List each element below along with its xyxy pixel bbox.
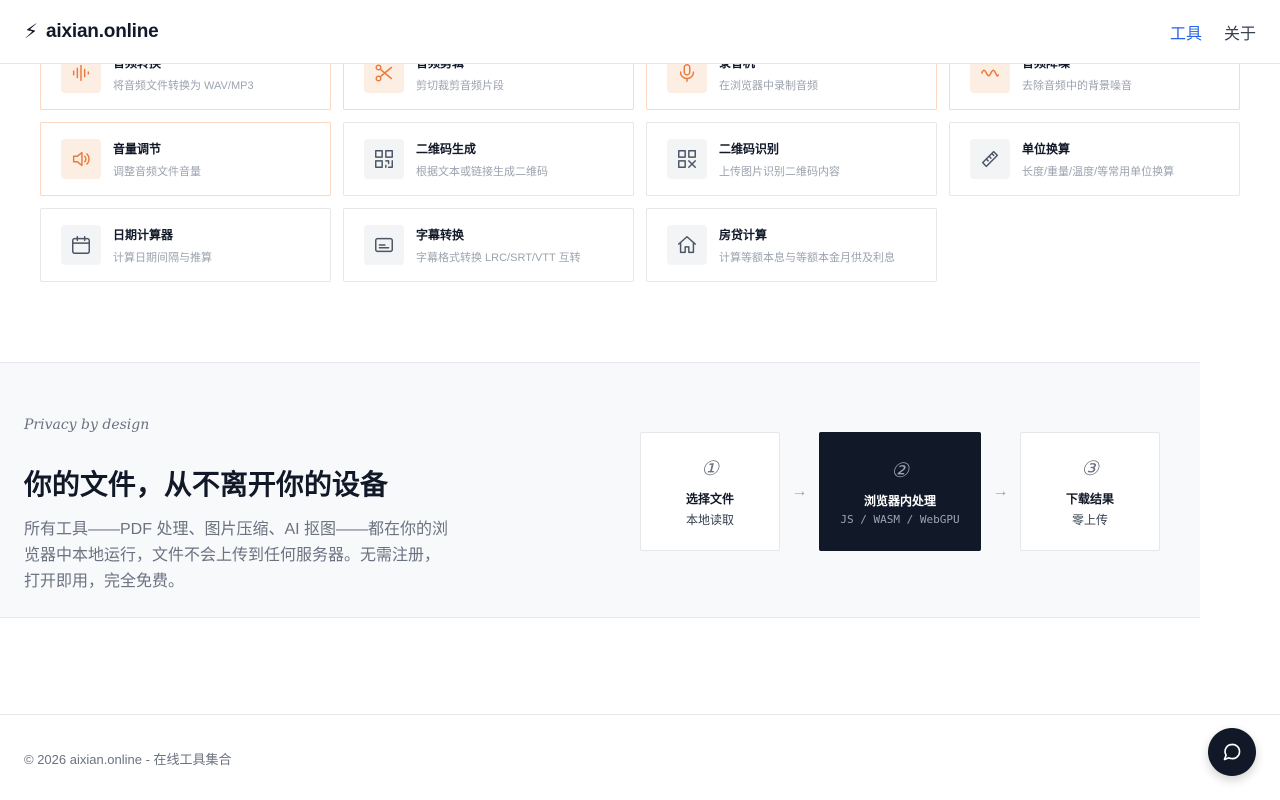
privacy-tagline: Privacy by design <box>24 417 150 433</box>
tool-card-text: 字幕转换字幕格式转换 LRC/SRT/VTT 互转 <box>416 226 581 265</box>
brand-logo[interactable]: ⚡ aixian.online <box>24 21 159 43</box>
site-footer: © 2026 aixian.online - 在线工具集合 <box>0 714 1280 800</box>
tool-card-title: 二维码生成 <box>416 141 477 156</box>
site-header: ⚡ aixian.online 工具 关于 <box>0 0 1280 64</box>
tool-card[interactable]: 二维码识别上传图片识别二维码内容 <box>646 122 937 196</box>
tool-card-title: 单位换算 <box>1022 141 1071 156</box>
step-number: ② <box>891 457 909 482</box>
nav-link-tools[interactable]: 工具 <box>1170 20 1202 44</box>
subtitles-icon <box>364 225 404 265</box>
chat-bubble-icon <box>1223 743 1241 761</box>
tool-card-text: 二维码识别上传图片识别二维码内容 <box>719 140 840 179</box>
arrow-right-icon: → <box>791 482 808 500</box>
arrow-right-icon: → <box>992 482 1009 500</box>
step-label: 选择文件 <box>685 491 734 506</box>
tool-card-description: 剪切裁剪音频片段 <box>416 79 504 92</box>
step-select-file: ① 选择文件 本地读取 <box>640 432 780 551</box>
tool-card[interactable]: 二维码生成根据文本或链接生成二维码 <box>343 122 634 196</box>
privacy-title: 你的文件，从不离开你的设备 <box>24 468 389 501</box>
privacy-description: 所有工具——PDF 处理、图片压缩、AI 抠图——都在你的浏览器中本地运行，文件… <box>24 521 449 590</box>
chat-button[interactable] <box>1208 728 1256 776</box>
tool-card-description: 上传图片识别二维码内容 <box>719 165 840 178</box>
step-download: ③ 下载结果 零上传 <box>1020 432 1160 551</box>
tool-card-title: 音量调节 <box>113 141 162 156</box>
tool-card[interactable]: 音量调节调整音频文件音量 <box>40 122 331 196</box>
ruler-icon <box>970 139 1010 179</box>
privacy-section: Privacy by design 你的文件，从不离开你的设备 所有工具——PD… <box>0 362 1200 618</box>
privacy-steps: ① 选择文件 本地读取 → ② 浏览器内处理 JS / WASM / WebGP… <box>640 432 1160 551</box>
tool-card-description: 根据文本或链接生成二维码 <box>416 165 548 178</box>
tool-card-description: 在浏览器中录制音频 <box>719 79 818 92</box>
qr-code-icon <box>364 139 404 179</box>
tool-card-description: 字幕格式转换 LRC/SRT/VTT 互转 <box>416 251 581 264</box>
tool-card-text: 音量调节调整音频文件音量 <box>113 140 201 179</box>
step-browser-process: ② 浏览器内处理 JS / WASM / WebGPU <box>819 432 981 551</box>
tool-card[interactable]: 单位换算长度/重量/温度/等常用单位换算 <box>949 122 1240 196</box>
tool-card[interactable]: 字幕转换字幕格式转换 LRC/SRT/VTT 互转 <box>343 208 634 282</box>
tool-card-description: 将音频文件转换为 WAV/MP3 <box>113 79 254 92</box>
tool-card-description: 长度/重量/温度/等常用单位换算 <box>1022 165 1175 178</box>
copyright-text: © 2026 aixian.online - 在线工具集合 <box>24 752 232 767</box>
main-nav: 工具 关于 <box>1170 20 1256 44</box>
tool-card-text: 单位换算长度/重量/温度/等常用单位换算 <box>1022 140 1174 179</box>
step-sub: 本地读取 <box>685 512 734 527</box>
step-label: 浏览器内处理 <box>863 493 936 508</box>
tool-card[interactable]: 日期计算器计算日期间隔与推算 <box>40 208 331 282</box>
qr-scan-icon <box>667 139 707 179</box>
calendar-icon <box>61 225 101 265</box>
lightning-icon: ⚡ <box>24 20 39 43</box>
speaker-icon <box>61 139 101 179</box>
tool-card-text: 日期计算器计算日期间隔与推算 <box>113 226 212 265</box>
step-number: ① <box>701 455 719 480</box>
tool-card-description: 计算等额本息与等额本金月供及利息 <box>719 251 895 264</box>
tool-card-description: 计算日期间隔与推算 <box>113 251 212 264</box>
tool-card-title: 字幕转换 <box>416 227 465 242</box>
tool-card-title: 二维码识别 <box>719 141 780 156</box>
nav-link-about[interactable]: 关于 <box>1224 20 1256 44</box>
tool-grid: 音频转换将音频文件转换为 WAV/MP3音频剪辑剪切裁剪音频片段录音机在浏览器中… <box>40 36 1240 282</box>
step-sub: JS / WASM / WebGPU <box>840 512 960 526</box>
tool-card[interactable]: 房贷计算计算等额本息与等额本金月供及利息 <box>646 208 937 282</box>
home-icon <box>667 225 707 265</box>
step-label: 下载结果 <box>1065 491 1114 506</box>
tool-card-text: 二维码生成根据文本或链接生成二维码 <box>416 140 548 179</box>
tool-card-description: 去除音频中的背景噪音 <box>1022 79 1132 92</box>
step-sub: 零上传 <box>1071 512 1108 527</box>
tool-card-title: 房贷计算 <box>719 227 768 242</box>
tool-card-description: 调整音频文件音量 <box>113 165 201 178</box>
tool-card-title: 日期计算器 <box>113 227 174 242</box>
brand-name: aixian.online <box>46 20 159 42</box>
tool-card-text: 房贷计算计算等额本息与等额本金月供及利息 <box>719 226 895 265</box>
step-number: ③ <box>1081 455 1099 480</box>
